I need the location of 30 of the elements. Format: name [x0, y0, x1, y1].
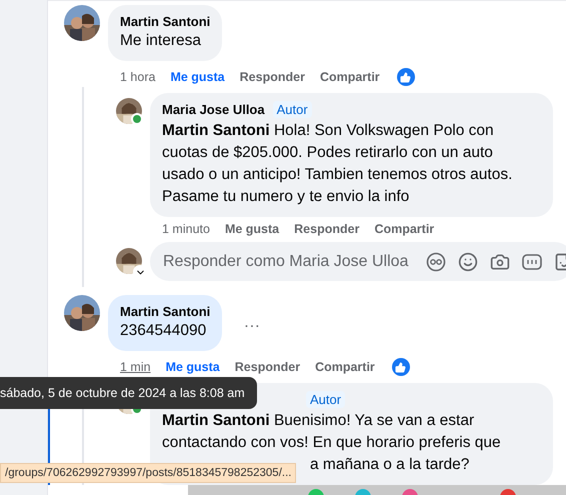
share-link[interactable]: Compartir: [374, 222, 434, 236]
like-reaction-icon: [392, 358, 410, 376]
comment-text: Me interesa: [120, 31, 202, 51]
author-badge: Autor: [306, 391, 346, 408]
reply-author[interactable]: Maria Jose Ulloa: [162, 101, 265, 118]
avatar-sticker-icon[interactable]: [426, 252, 446, 272]
reply-link[interactable]: Responder: [294, 222, 360, 236]
like-link[interactable]: Me gusta: [224, 222, 280, 236]
reply-input-field[interactable]: Responder como Maria Jose Ulloa: [150, 242, 566, 281]
reply-link[interactable]: Responder: [234, 360, 300, 374]
timestamp-tooltip: sábado, 5 de octubre de 2024 a las 8:08 am: [0, 377, 257, 409]
timestamp-link[interactable]: 1 hora: [120, 70, 156, 84]
comment-author[interactable]: Martin Santoni: [120, 303, 210, 320]
reply-text: Martin Santoni Hola! Son Volkswagen Polo con cuotas de $205.000. Podes retirarlo con un auto usado o un anticipo! Tambien tenemos otros autos. Pasame tu numero y te envio la info: [162, 121, 514, 207]
comment-author[interactable]: Martin Santoni: [120, 13, 210, 30]
like-link[interactable]: Me gusta: [166, 360, 220, 374]
status-bar-url: /groups/706262992793997/posts/8518345798252305/...: [0, 463, 296, 483]
like-link[interactable]: Me gusta: [170, 70, 225, 84]
reply-link[interactable]: Responder: [240, 70, 305, 84]
comment-text: 2364544090: [120, 321, 208, 341]
timestamp-link[interactable]: 1 min: [120, 360, 151, 374]
more-options-button[interactable]: ...: [244, 314, 261, 332]
emoji-icon[interactable]: [458, 252, 478, 272]
share-link[interactable]: Compartir: [320, 70, 380, 84]
author-badge: Autor: [272, 101, 312, 118]
gif-icon[interactable]: [522, 252, 542, 270]
share-link[interactable]: Compartir: [315, 360, 375, 374]
camera-icon[interactable]: [490, 252, 510, 272]
like-reaction-icon: [396, 68, 415, 86]
timestamp-link[interactable]: 1 minuto: [162, 222, 210, 236]
